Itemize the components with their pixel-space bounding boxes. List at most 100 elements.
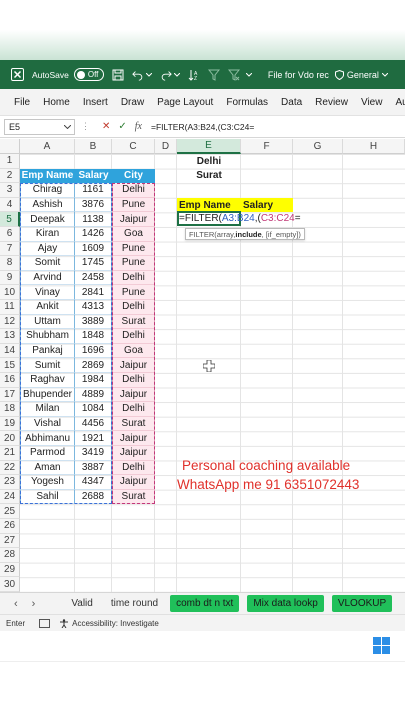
windows-logo-icon[interactable] bbox=[373, 637, 390, 654]
row-header-27[interactable]: 27 bbox=[0, 533, 20, 549]
output-header-salary[interactable]: Salary bbox=[241, 197, 293, 213]
select-all-corner[interactable] bbox=[0, 139, 20, 154]
accessibility-status[interactable]: Accessibility: Investigate bbox=[59, 619, 159, 628]
clear-filter-icon[interactable] bbox=[227, 68, 240, 82]
row-header-30[interactable]: 30 bbox=[0, 577, 20, 592]
tab-data[interactable]: Data bbox=[281, 97, 302, 108]
range-highlight-a3-b24 bbox=[20, 183, 112, 505]
top-gradient-area bbox=[0, 30, 405, 60]
table-header-salary[interactable]: Salary bbox=[75, 168, 112, 184]
tab-view[interactable]: View bbox=[361, 97, 383, 108]
column-header-f[interactable]: F bbox=[241, 139, 293, 154]
formula-range-c: C3:C24 bbox=[260, 213, 295, 224]
redo-icon[interactable] bbox=[160, 68, 172, 82]
filter-icon[interactable] bbox=[207, 68, 220, 82]
autosave-toggle[interactable]: Off bbox=[73, 68, 104, 81]
sheet-tab-mix-data-lookp[interactable]: Mix data lookp bbox=[247, 595, 324, 612]
next-sheet-icon[interactable]: › bbox=[32, 598, 36, 610]
column-header-h[interactable]: H bbox=[343, 139, 405, 154]
sheet-tab-comb-dt-n-txt[interactable]: comb dt n txt bbox=[170, 595, 240, 612]
row-header-26[interactable]: 26 bbox=[0, 519, 20, 534]
column-gridline bbox=[342, 154, 343, 592]
sheet-tab-valid[interactable]: Valid bbox=[71, 598, 93, 609]
column-header-e[interactable]: E bbox=[177, 139, 241, 154]
tab-automate[interactable]: Auto bbox=[395, 97, 405, 108]
tab-draw[interactable]: Draw bbox=[121, 97, 144, 108]
row-header-6[interactable]: 6 bbox=[0, 227, 20, 242]
accessibility-icon bbox=[60, 618, 69, 628]
column-header-g[interactable]: G bbox=[293, 139, 343, 154]
tab-insert[interactable]: Insert bbox=[83, 97, 108, 108]
formula-input[interactable]: =FILTER(A3:B24,(C3:C24= bbox=[151, 122, 254, 132]
row-header-22[interactable]: 22 bbox=[0, 460, 20, 476]
row-header-21[interactable]: 21 bbox=[0, 446, 20, 461]
chevron-down-icon[interactable] bbox=[145, 68, 152, 82]
row-header-23[interactable]: 23 bbox=[0, 475, 20, 490]
row-header-29[interactable]: 29 bbox=[0, 562, 20, 578]
chevron-down-icon[interactable] bbox=[245, 68, 252, 82]
row-header-8[interactable]: 8 bbox=[0, 256, 20, 271]
row-header-5[interactable]: 5 bbox=[0, 212, 20, 227]
table-header-city[interactable]: City bbox=[112, 168, 155, 184]
row-header-12[interactable]: 12 bbox=[0, 314, 20, 330]
criteria-cell[interactable]: Surat bbox=[177, 169, 241, 184]
row-header-10[interactable]: 10 bbox=[0, 285, 20, 300]
editing-formula[interactable]: =FILTER( A3:B24 ,( C3:C24 = bbox=[179, 212, 301, 225]
row-header-28[interactable]: 28 bbox=[0, 548, 20, 563]
formula-prefix: =FILTER( bbox=[179, 213, 222, 224]
autosave-state: Off bbox=[87, 70, 99, 79]
sheet-tab-time-round[interactable]: time round bbox=[111, 598, 158, 609]
formula-range-b: A3:B24 bbox=[221, 213, 255, 224]
column-header-a[interactable]: A bbox=[20, 139, 75, 154]
bottom-blank-area bbox=[0, 631, 405, 661]
row-header-2[interactable]: 2 bbox=[0, 168, 20, 184]
tab-page-layout[interactable]: Page Layout bbox=[157, 97, 213, 108]
criteria-cell[interactable]: Delhi bbox=[177, 154, 241, 169]
shield-icon bbox=[334, 69, 344, 80]
row-header-7[interactable]: 7 bbox=[0, 241, 20, 257]
row-header-3[interactable]: 3 bbox=[0, 183, 20, 198]
row-header-19[interactable]: 19 bbox=[0, 416, 20, 432]
table-header-emp-name[interactable]: Emp Name bbox=[20, 168, 75, 184]
sensitivity-label[interactable]: General bbox=[334, 69, 388, 80]
sort-icon[interactable]: AZ bbox=[188, 68, 200, 82]
tab-file[interactable]: File bbox=[14, 97, 30, 108]
row-header-15[interactable]: 15 bbox=[0, 358, 20, 373]
range-highlight-c3-c24 bbox=[112, 183, 155, 505]
formula-suffix: = bbox=[294, 213, 301, 224]
row-header-16[interactable]: 16 bbox=[0, 373, 20, 388]
insert-function-button[interactable]: fx bbox=[135, 121, 142, 132]
row-header-13[interactable]: 13 bbox=[0, 329, 20, 344]
row-header-1[interactable]: 1 bbox=[0, 154, 20, 169]
row-header-20[interactable]: 20 bbox=[0, 431, 20, 446]
sheet-tab-vlookup[interactable]: VLOOKUP bbox=[331, 595, 393, 612]
row-header-9[interactable]: 9 bbox=[0, 270, 20, 286]
cancel-icon[interactable]: ✕ bbox=[102, 121, 110, 132]
chevron-down-icon bbox=[64, 124, 71, 129]
chevron-down-icon[interactable] bbox=[173, 68, 180, 82]
function-tooltip[interactable]: FILTER(array, include , [if_empty]) bbox=[185, 228, 305, 240]
excel-logo-icon bbox=[11, 68, 24, 81]
tab-formulas[interactable]: Formulas bbox=[226, 97, 268, 108]
prev-sheet-icon[interactable]: ‹ bbox=[14, 598, 18, 610]
column-header-b[interactable]: B bbox=[75, 139, 112, 154]
row-header-18[interactable]: 18 bbox=[0, 402, 20, 417]
row-header-14[interactable]: 14 bbox=[0, 343, 20, 359]
column-header-d[interactable]: D bbox=[155, 139, 177, 154]
row-header-17[interactable]: 17 bbox=[0, 387, 20, 403]
tab-review[interactable]: Review bbox=[315, 97, 348, 108]
more-dots-icon: ⋮ bbox=[81, 121, 90, 131]
name-box[interactable]: E5 bbox=[4, 118, 75, 135]
row-header-25[interactable]: 25 bbox=[0, 504, 20, 519]
formula-bar-icons: ✕ ✓ fx bbox=[102, 121, 142, 132]
row-header-24[interactable]: 24 bbox=[0, 489, 20, 505]
file-title[interactable]: File for Vdo rec bbox=[268, 70, 329, 80]
enter-icon[interactable]: ✓ bbox=[118, 121, 126, 132]
tab-home[interactable]: Home bbox=[43, 97, 70, 108]
undo-icon[interactable] bbox=[132, 68, 144, 82]
row-header-11[interactable]: 11 bbox=[0, 300, 20, 315]
cell-mode-icon[interactable] bbox=[39, 618, 51, 628]
save-icon[interactable] bbox=[112, 68, 124, 82]
column-header-c[interactable]: C bbox=[112, 139, 155, 154]
row-header-4[interactable]: 4 bbox=[0, 197, 20, 213]
